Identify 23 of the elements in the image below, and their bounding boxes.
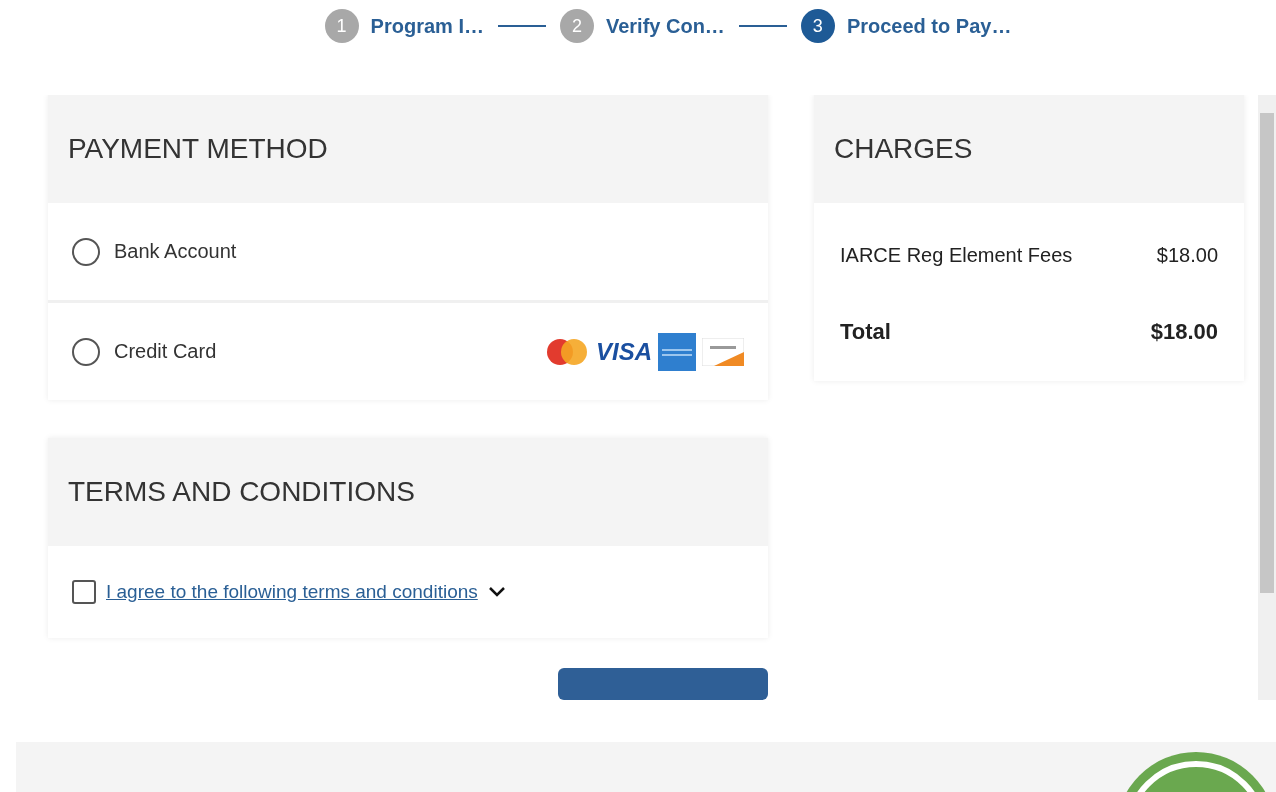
scrollbar[interactable] — [1258, 95, 1276, 700]
chevron-down-icon[interactable] — [487, 586, 506, 598]
visa-logo: VISA — [596, 337, 652, 366]
checkbox[interactable] — [72, 580, 96, 604]
step-number[interactable]: 3 — [800, 9, 835, 43]
terms-link[interactable]: I agree to the following terms and conditions — [106, 581, 478, 603]
option-label: Bank Account — [114, 240, 237, 263]
total-amount: $18.00 — [1150, 319, 1218, 345]
radio-button[interactable] — [72, 237, 100, 266]
step-label[interactable]: Proceed to Pay… — [846, 14, 1012, 38]
option-label: Credit Card — [114, 340, 217, 363]
total-label: Total — [840, 319, 891, 345]
charge-name: IARCE Reg Element Fees — [840, 243, 1073, 267]
card-title: CHARGES — [834, 133, 973, 165]
card-title: TERMS AND CONDITIONS — [68, 476, 415, 508]
step-label[interactable]: Verify Con… — [605, 14, 725, 38]
radio-button[interactable] — [72, 337, 100, 366]
step-label[interactable]: Program I… — [370, 14, 484, 38]
mastercard-icon — [544, 336, 590, 367]
amex-icon — [658, 332, 696, 371]
charge-amount: $18.00 — [1156, 243, 1218, 267]
card-title: PAYMENT METHOD — [68, 133, 328, 165]
discover-icon — [702, 337, 744, 366]
